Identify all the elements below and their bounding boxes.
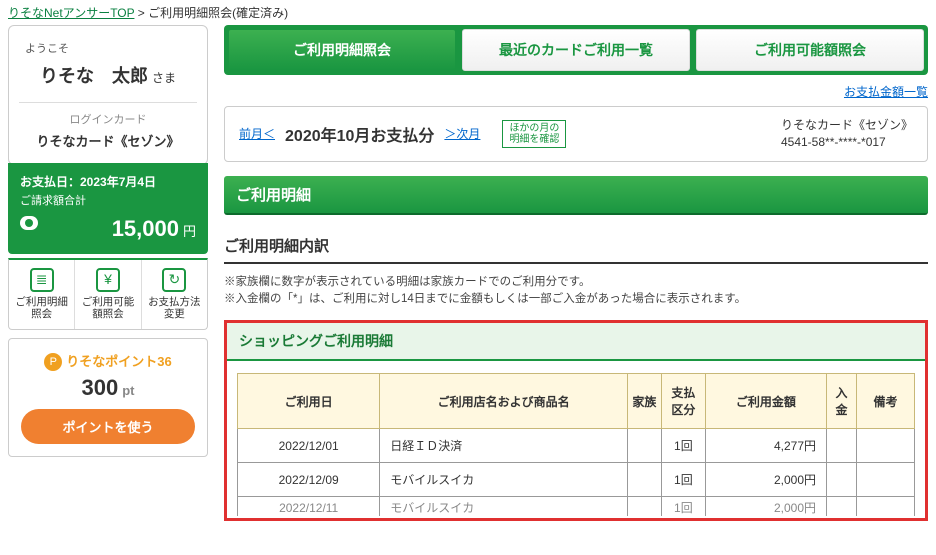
point-coin-icon: P [44,353,62,371]
payment-amount: 15,000円 [20,216,196,242]
th-amount: ご利用金額 [705,374,826,429]
month-selector: 前月＜ 2020年10月お支払分 ＞次月 ほかの月の明細を確認 りそなカード《セ… [224,106,928,162]
payment-summary: お支払日：2023年7月4日 ご請求額合計 15,000円 [8,163,208,254]
section-header-statement: ご利用明細 [224,176,928,215]
th-shop: ご利用店名および商品名 [380,374,628,429]
notes: ※家族欄に数字が表示されている明細は家族カードでのご利用分です。 ※入金欄の「*… [224,274,928,309]
login-card-name: りそなカード《セゾン》 [19,131,197,150]
prev-month-link[interactable]: 前月＜ [239,125,275,142]
card-info: りそなカード《セゾン》 4541-58**-****-*017 [781,117,913,151]
tab-statement[interactable]: ご利用明細照会 [228,29,456,71]
eye-icon[interactable] [20,216,38,230]
shopping-header: ショッピングご利用明細 [227,323,925,361]
statement-icon: ≣ [30,268,54,292]
action-paymethod[interactable]: ↻ お支払方法変更 [141,260,207,329]
payment-total-label: ご請求額合計 [20,192,196,208]
table-row: 2022/12/01 日経ＩＤ決済 1回 4,277円 [238,429,915,463]
point-value: 300pt [21,375,195,401]
welcome-label: ようこそ [19,40,197,56]
yen-icon: ¥ [96,268,120,292]
table-row-cutoff: 2022/12/11 モバイルスイカ 1回 2,000円 [238,497,915,517]
th-family: 家族 [627,374,661,429]
user-name: りそな 太郎さま [19,62,197,88]
detail-table: ご利用日 ご利用店名および商品名 家族 支払区分 ご利用金額 入金 備考 202… [237,373,915,516]
action-grid: ≣ ご利用明細照会 ¥ ご利用可能額照会 ↻ お支払方法変更 [8,258,208,330]
th-date: ご利用日 [238,374,380,429]
main-tabs: ご利用明細照会 最近のカードご利用一覧 ご利用可能額照会 [224,25,928,75]
user-card: ようこそ りそな 太郎さま ログインカード りそなカード《セゾン》 [8,25,208,165]
th-pay: 入金 [827,374,857,429]
breadcrumb: りそなNetアンサーTOP > ご利用明細照会(確定済み) [0,0,936,25]
point-brand: りそなポイント36 [66,354,171,369]
cycle-icon: ↻ [162,268,186,292]
payment-list-link[interactable]: お支払金額一覧 [844,85,928,99]
action-available[interactable]: ¥ ご利用可能額照会 [74,260,140,329]
payment-date: お支払日：2023年7月4日 [20,173,196,190]
breadcrumb-top-link[interactable]: りそなNetアンサーTOP [8,6,134,20]
login-card-label: ログインカード [19,111,197,127]
tab-recent[interactable]: 最近のカードご利用一覧 [462,29,690,71]
other-month-button[interactable]: ほかの月の明細を確認 [502,120,566,148]
highlighted-frame: ショッピングご利用明細 ご利用日 ご利用店名および商品名 家族 支払区分 ご利用… [224,320,928,521]
action-statement[interactable]: ≣ ご利用明細照会 [9,260,74,329]
next-month-link[interactable]: ＞次月 [444,125,480,142]
points-box: P りそなポイント36 300pt ポイントを使う [8,338,208,458]
table-header-row: ご利用日 ご利用店名および商品名 家族 支払区分 ご利用金額 入金 備考 [238,374,915,429]
sub-header-breakdown: ご利用明細内訳 [224,229,928,264]
breadcrumb-current: ご利用明細照会(確定済み) [148,6,288,20]
th-type: 支払区分 [661,374,705,429]
table-row: 2022/12/09 モバイルスイカ 1回 2,000円 [238,463,915,497]
th-note: 備考 [857,374,915,429]
use-points-button[interactable]: ポイントを使う [21,409,195,444]
month-title: 2020年10月お支払分 [285,122,434,146]
tab-available[interactable]: ご利用可能額照会 [696,29,924,71]
